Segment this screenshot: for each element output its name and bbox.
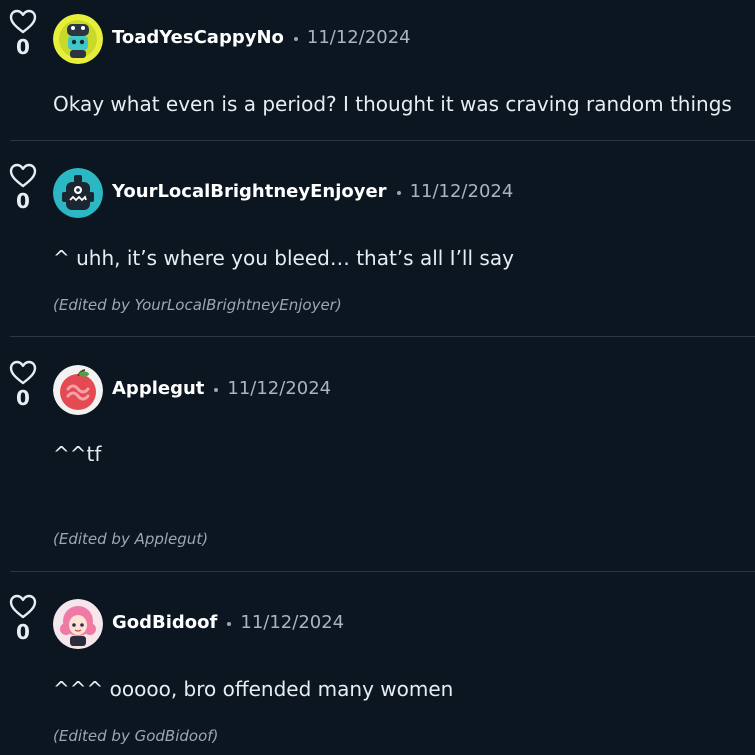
divider [10, 140, 755, 141]
avatar[interactable] [53, 599, 103, 649]
comment-text: ^^tf [53, 442, 102, 466]
vote-control: 0 [8, 9, 38, 58]
separator-dot [396, 190, 401, 195]
comment-meta: ToadYesCappyNo 11/12/2024 [112, 26, 411, 50]
robot-avatar-image [53, 168, 103, 218]
comment-meta: Applegut 11/12/2024 [112, 377, 331, 401]
separator-dot [214, 387, 219, 392]
divider [10, 336, 755, 337]
edited-note: (Edited by Applegut) [53, 530, 209, 548]
comment-text: Okay what even is a period? I thought it… [53, 92, 732, 116]
vote-control: 0 [8, 360, 38, 409]
toad-avatar-image [53, 14, 103, 64]
separator-dot [227, 621, 232, 626]
edited-note: (Edited by GodBidoof) [53, 727, 219, 745]
vote-count: 0 [16, 35, 30, 59]
vote-count: 0 [16, 620, 30, 644]
username[interactable]: Applegut [112, 378, 204, 399]
heart-outline-icon[interactable] [9, 594, 37, 620]
heart-outline-icon[interactable] [9, 360, 37, 386]
username[interactable]: YourLocalBrightneyEnjoyer [112, 181, 387, 202]
comment-date: 11/12/2024 [306, 27, 411, 48]
comment-date: 11/12/2024 [227, 378, 332, 399]
heart-outline-icon[interactable] [9, 9, 37, 35]
avatar[interactable] [53, 168, 103, 218]
comment-date: 11/12/2024 [409, 181, 514, 202]
comment-text: ^^^ ooooo, bro offended many women [53, 677, 454, 701]
heart-outline-icon[interactable] [9, 163, 37, 189]
comment-meta: YourLocalBrightneyEnjoyer 11/12/2024 [112, 180, 513, 204]
comment-meta: GodBidoof 11/12/2024 [112, 611, 344, 635]
avatar[interactable] [53, 14, 103, 64]
vote-count: 0 [16, 386, 30, 410]
vote-count: 0 [16, 189, 30, 213]
comment-text: ^ uhh, it’s where you bleed… that’s all … [53, 246, 514, 270]
avatar[interactable] [53, 365, 103, 415]
username[interactable]: GodBidoof [112, 612, 217, 633]
anime-girl-avatar-image [53, 599, 103, 649]
divider [10, 571, 755, 572]
username[interactable]: ToadYesCappyNo [112, 27, 284, 48]
apple-avatar-image [53, 365, 103, 415]
vote-control: 0 [8, 594, 38, 643]
vote-control: 0 [8, 163, 38, 212]
comment-date: 11/12/2024 [240, 612, 345, 633]
edited-note: (Edited by YourLocalBrightneyEnjoyer) [53, 296, 342, 314]
separator-dot [293, 36, 298, 41]
